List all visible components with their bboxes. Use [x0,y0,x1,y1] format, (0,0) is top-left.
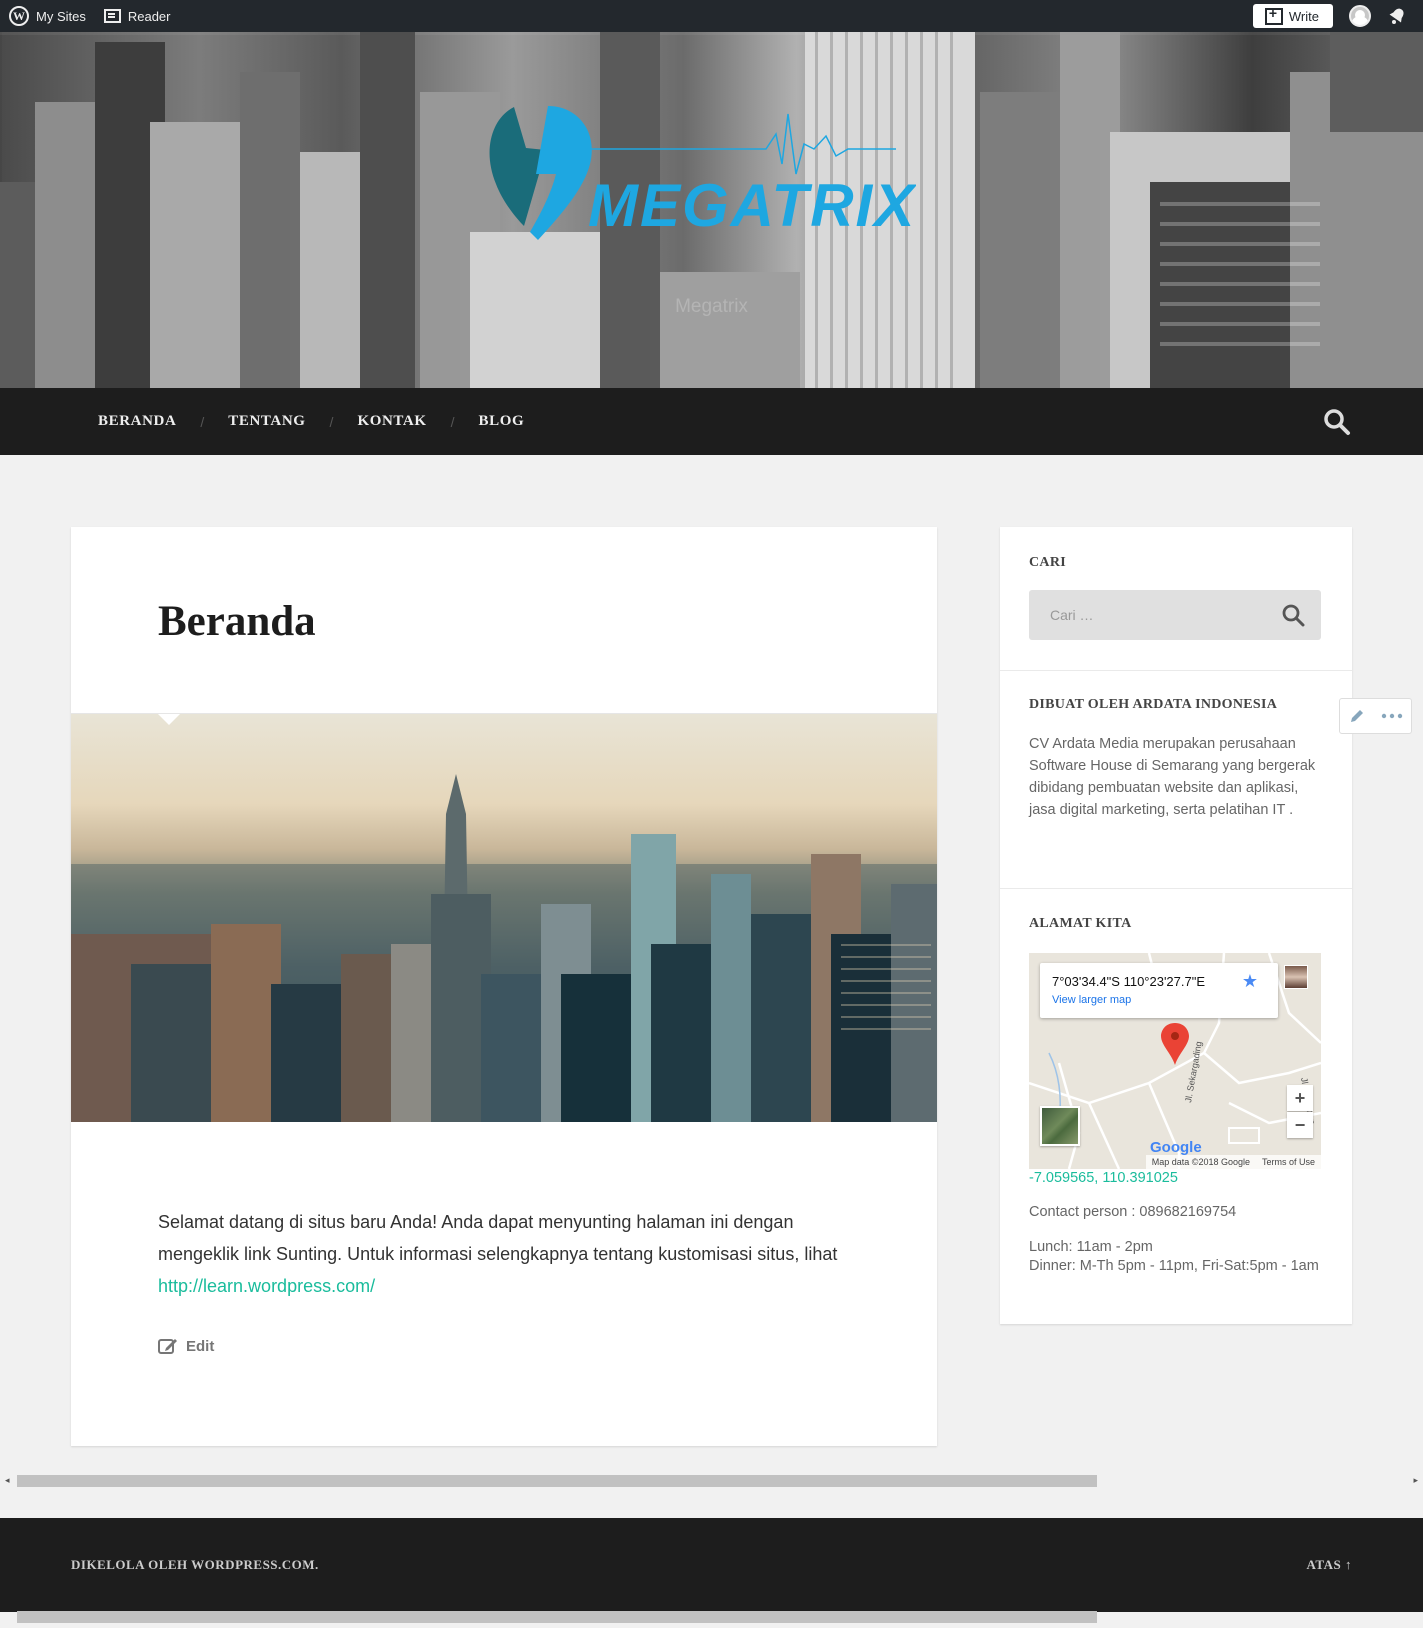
site-footer: DIKELOLA OLEH WORDPRESS.COM. ATAS ↑ [0,1518,1423,1612]
coordinates-link[interactable]: -7.059565, 110.391025 [1029,1170,1178,1186]
powered-by-link[interactable]: DIKELOLA OLEH WORDPRESS.COM. [71,1557,319,1573]
my-sites-label: My Sites [36,8,86,24]
reader-icon [103,9,121,23]
site-logo[interactable]: MEGATRIX [486,104,916,254]
map-info-card: 7°03'34.4"S 110°23'27.7"E View larger ma… [1040,963,1278,1018]
divider [1000,888,1352,889]
divider [1000,670,1352,671]
scroll-right-icon[interactable]: ▸ [1413,1475,1418,1486]
search-icon[interactable] [1323,408,1351,436]
place-photo-thumbnail[interactable] [1284,965,1308,989]
nav-item-tentang[interactable]: TENTANG [228,413,305,430]
horizontal-scrollbar[interactable]: ◂ ▸ [0,1471,1423,1487]
satellite-toggle[interactable] [1040,1106,1080,1146]
edit-label: Edit [186,1337,215,1355]
nav-item-beranda[interactable]: BERANDA [98,413,176,430]
page-content: Selamat datang di situs baru Anda! Anda … [158,1206,858,1302]
about-widget-title: DIBUAT OLEH ARDATA INDONESIA [1029,697,1278,712]
notifications-icon[interactable] [1387,6,1407,26]
sidebar: CARI DIBUAT OLEH ARDATA INDONESIA CV Ard… [1000,527,1352,1324]
more-options-icon[interactable] [1381,713,1403,719]
about-text: CV Ardata Media merupakan perusahaan Sof… [1029,736,1316,818]
contact-person: Contact person : 089682169754 [1029,1204,1237,1220]
map-terms-link[interactable]: Terms of Use [1262,1157,1315,1167]
scrollbar-thumb[interactable] [17,1611,1097,1623]
avatar[interactable] [1349,5,1371,27]
scrollbar-thumb[interactable] [17,1475,1097,1487]
zoom-in-button[interactable]: + [1287,1085,1313,1111]
map-attribution: Map data ©2018 Google Terms of Use [1145,1155,1321,1169]
learn-link[interactable]: http://learn.wordpress.com/ [158,1276,375,1296]
scroll-left-icon[interactable]: ◂ [5,1475,10,1486]
admin-bar: W My Sites Reader Write [0,0,1423,32]
wordpress-icon: W [9,6,29,26]
widget-edit-toolbar [1339,698,1412,734]
dinner-hours: Dinner: M-Th 5pm - 11pm, Fri-Sat:5pm - 1… [1029,1258,1319,1274]
logo-text: MEGATRIX [588,172,916,239]
map-data-text: Map data ©2018 Google [1151,1157,1250,1167]
site-header: MEGATRIX Megatrix [0,32,1423,388]
nav-item-kontak[interactable]: KONTAK [357,413,426,430]
nav-separator: / [329,413,334,430]
back-to-top-link[interactable]: ATAS ↑ [1307,1557,1353,1573]
opening-hours: Lunch: 11am - 2pm Dinner: M-Th 5pm - 11p… [1029,1238,1319,1276]
content-text: Selamat datang di situs baru Anda! Anda … [158,1212,838,1264]
search-input[interactable] [1029,590,1269,640]
map-coordinates: 7°03'34.4"S 110°23'27.7"E [1052,974,1206,989]
write-label: Write [1288,8,1319,24]
nav-item-blog[interactable]: BLOG [479,413,525,430]
site-description: Megatrix [675,296,748,317]
my-sites-button[interactable]: W My Sites [0,0,95,32]
main-navigation: BERANDA / TENTANG / KONTAK / BLOG [0,388,1423,455]
search-submit-icon[interactable] [1281,603,1305,627]
page-title: Beranda [158,598,316,645]
google-logo: Google [1150,1139,1202,1156]
view-larger-map-link[interactable]: View larger map [1052,994,1131,1006]
write-button[interactable]: Write [1252,4,1333,28]
city-photo [71,774,937,1122]
map-pin-icon [1161,1023,1189,1065]
reader-button[interactable]: Reader [95,0,180,32]
featured-image [71,714,937,1122]
search-widget-title: CARI [1029,555,1066,570]
google-map[interactable]: Jl. Sekargading Jl. Patemon 7°03'34.4"S … [1029,953,1321,1169]
address-widget-title: ALAMAT KITA [1029,916,1132,931]
nav-separator: / [200,413,205,430]
reader-label: Reader [127,8,171,24]
hero-notch [158,714,180,725]
write-icon [1264,5,1283,25]
lunch-hours: Lunch: 11am - 2pm [1029,1239,1153,1255]
search-form [1029,590,1321,640]
horizontal-scrollbar-bottom[interactable] [0,1609,1423,1625]
edit-icon [158,1339,177,1354]
pencil-icon[interactable] [1348,707,1366,725]
save-star-icon[interactable]: ★ [1242,971,1258,992]
nav-separator: / [450,413,455,430]
page-card: Beranda Selamat datang di situs baru And… [71,527,937,1446]
edit-link[interactable]: Edit [158,1337,214,1355]
zoom-out-button[interactable]: − [1287,1112,1313,1138]
street-label: Jl. Sekargading [1183,1041,1204,1104]
